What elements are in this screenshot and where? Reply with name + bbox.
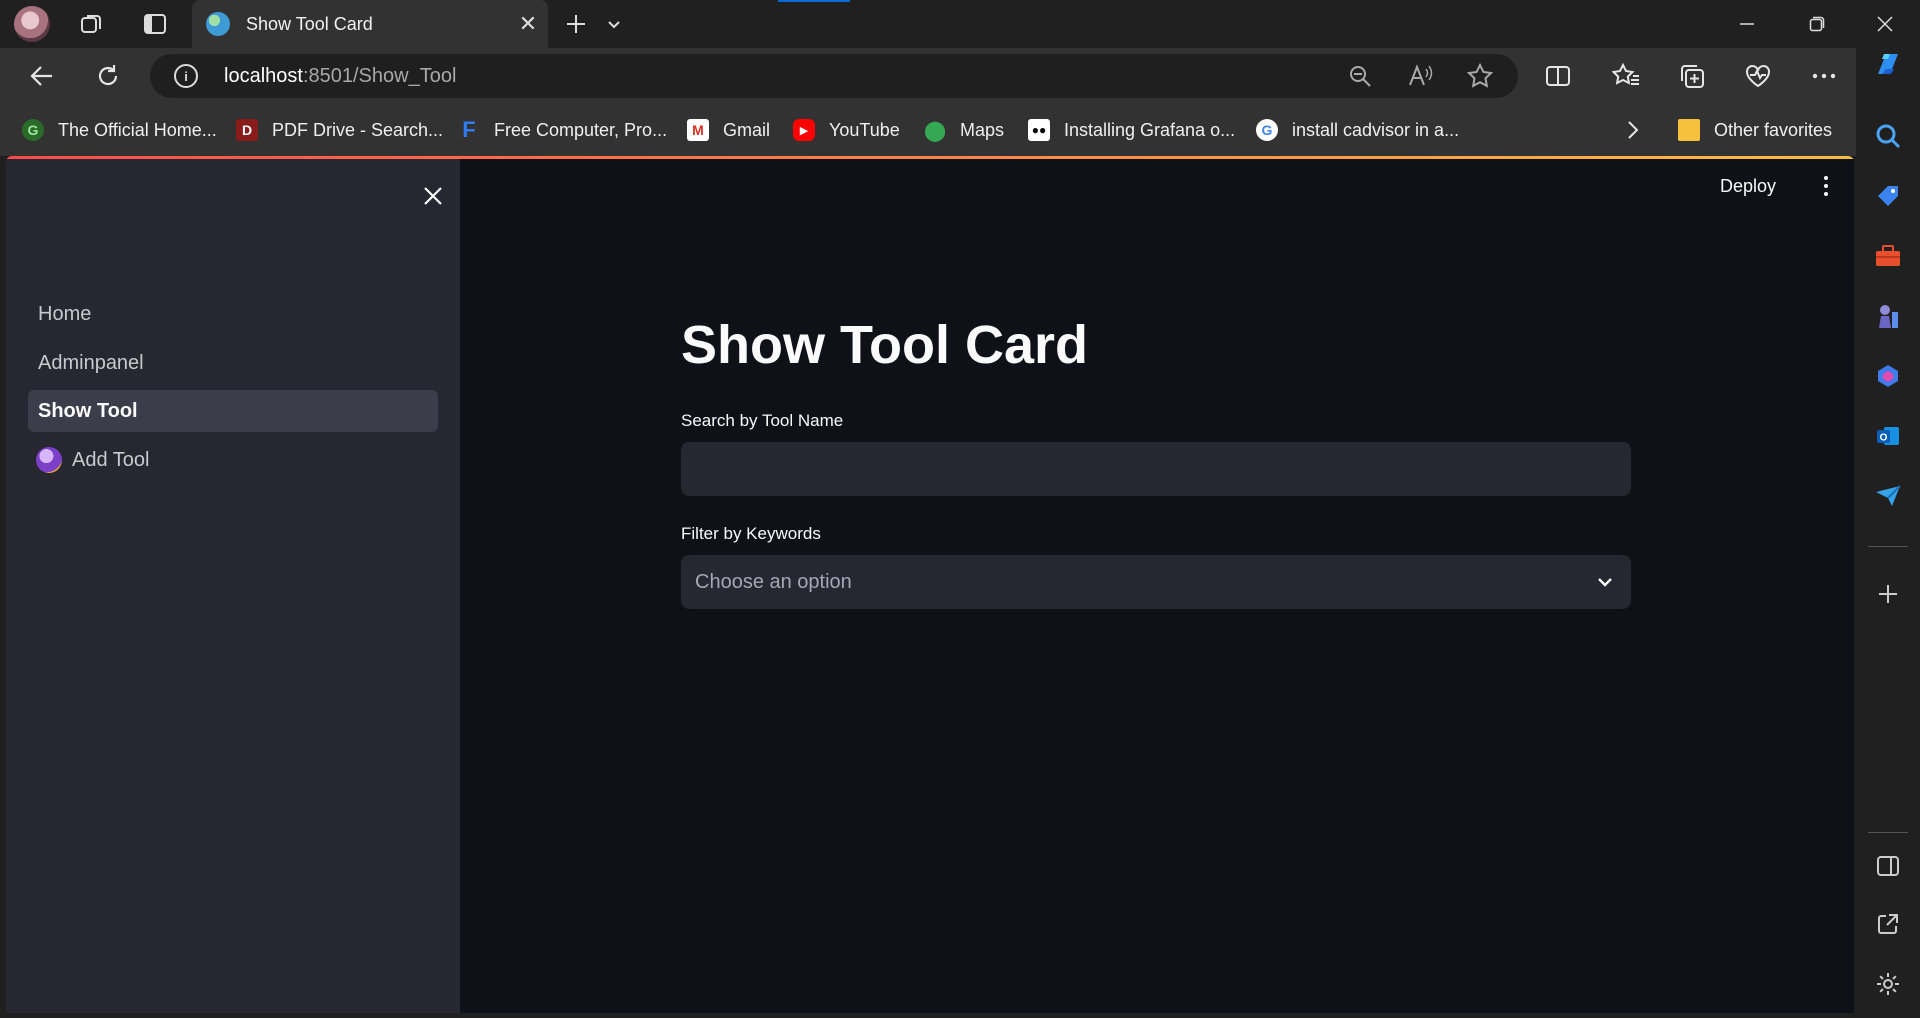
folder-icon — [1678, 119, 1700, 141]
select-placeholder: Choose an option — [695, 570, 852, 593]
medium-favicon-icon: ●● — [1028, 119, 1050, 141]
more-favorites-chevron-icon[interactable] — [1626, 116, 1640, 144]
svg-text:O: O — [1880, 433, 1888, 444]
tab-title: Show Tool Card — [246, 13, 373, 34]
tools-briefcase-icon[interactable] — [1872, 240, 1904, 272]
back-icon[interactable] — [24, 58, 60, 94]
page-title: Show Tool Card — [681, 315, 1088, 375]
split-screen-icon[interactable] — [1540, 58, 1576, 94]
vertical-tabs-icon[interactable] — [139, 8, 171, 40]
pdfdrive-favicon-icon: D — [236, 119, 258, 141]
sidebar-item-show-tool[interactable]: Show Tool — [28, 390, 438, 432]
maps-favicon-icon: ⬤ — [923, 119, 947, 142]
profile-avatar[interactable] — [14, 6, 50, 42]
games-chess-icon[interactable] — [1872, 300, 1904, 332]
sidebar-item-label: Adminpanel — [38, 351, 144, 374]
tab-actions-chevron-icon[interactable] — [598, 8, 630, 40]
favorite-item[interactable]: ⬤ Maps — [924, 116, 1004, 144]
refresh-icon[interactable] — [90, 58, 126, 94]
favorites-bar: G The Official Home... D PDF Drive - Searc… — [0, 104, 1860, 156]
send-paper-plane-icon[interactable] — [1872, 480, 1904, 512]
edge-sidebar: O — [1856, 48, 1920, 1018]
close-tab-icon[interactable]: ✕ — [516, 11, 540, 36]
restore-icon[interactable] — [1794, 8, 1840, 40]
read-aloud-icon[interactable] — [1406, 62, 1434, 90]
active-tab[interactable]: Show Tool Card ✕ — [192, 0, 548, 48]
search-icon[interactable] — [1872, 120, 1904, 152]
google-favicon-icon: G — [1256, 119, 1278, 141]
copilot-icon[interactable] — [1872, 48, 1904, 80]
url-text[interactable]: localhost:8501/Show_Tool — [224, 65, 456, 88]
youtube-favicon-icon: ▶ — [793, 119, 815, 141]
other-favorites[interactable]: Other favorites — [1678, 116, 1832, 144]
sidebar-item-label: Show Tool — [38, 399, 138, 422]
outlook-icon[interactable]: O — [1872, 420, 1904, 452]
add-sidebar-app-icon[interactable] — [1872, 578, 1904, 610]
app-page: Home Adminpanel Show Tool Add Tool Deplo… — [6, 156, 1854, 1013]
collections-icon[interactable] — [1674, 58, 1710, 94]
new-tab-icon[interactable] — [560, 8, 592, 40]
divider — [1868, 832, 1908, 833]
main-menu-icon[interactable] — [1816, 174, 1836, 198]
shopping-tag-icon[interactable] — [1872, 180, 1904, 212]
favorite-item[interactable]: D PDF Drive - Search... — [236, 116, 443, 144]
globe-icon — [206, 12, 230, 36]
deploy-button[interactable]: Deploy — [1720, 176, 1776, 197]
browser-toolbar: i localhost:8501/Show_Tool — [0, 48, 1860, 104]
close-window-icon[interactable] — [1862, 8, 1908, 40]
keyword-filter-select[interactable]: Choose an option — [681, 555, 1631, 609]
crystal-ball-icon — [36, 447, 62, 473]
favorite-star-icon[interactable] — [1466, 62, 1494, 90]
favorite-item[interactable]: F Free Computer, Pro... — [458, 116, 667, 144]
browser-title-bar: Show Tool Card ✕ — [0, 0, 1920, 48]
sidebar-settings-gear-icon[interactable] — [1872, 968, 1904, 1000]
divider — [1868, 546, 1908, 547]
sidebar-item-label: Add Tool — [72, 448, 150, 471]
browser-essentials-icon[interactable] — [1740, 58, 1776, 94]
sidebar-item-adminpanel[interactable]: Adminpanel — [28, 342, 438, 384]
favorite-item[interactable]: ▶ YouTube — [793, 116, 900, 144]
address-bar[interactable]: i localhost:8501/Show_Tool — [150, 54, 1518, 98]
favorite-item[interactable]: ●● Installing Grafana o... — [1028, 116, 1235, 144]
favorite-item[interactable]: M Gmail — [687, 116, 770, 144]
filter-label: Filter by Keywords — [681, 524, 821, 543]
loading-indicator — [778, 0, 850, 2]
sidebar-close-icon[interactable] — [418, 181, 448, 211]
app-sidebar: Home Adminpanel Show Tool Add Tool — [6, 159, 460, 1013]
microsoft365-icon[interactable] — [1872, 360, 1904, 392]
sidebar-item-add-tool[interactable]: Add Tool — [28, 439, 438, 481]
favorite-item[interactable]: G The Official Home... — [22, 116, 217, 144]
f-favicon-icon: F — [462, 117, 476, 142]
tool-name-search-input[interactable] — [681, 442, 1631, 496]
sidebar-item-home[interactable]: Home — [28, 293, 438, 335]
site-info-icon[interactable]: i — [174, 64, 198, 88]
settings-more-icon[interactable] — [1806, 58, 1842, 94]
favorites-icon[interactable] — [1608, 58, 1644, 94]
osgeo-favicon-icon: G — [22, 119, 44, 141]
hide-sidebar-icon[interactable] — [1872, 850, 1904, 882]
zoom-out-icon[interactable] — [1346, 62, 1374, 90]
search-label: Search by Tool Name — [681, 411, 844, 430]
sidebar-item-label: Home — [38, 302, 92, 325]
workspaces-icon[interactable] — [76, 8, 108, 40]
chevron-down-icon[interactable] — [1585, 562, 1625, 602]
gmail-favicon-icon: M — [687, 119, 709, 141]
minimize-icon[interactable] — [1724, 8, 1770, 40]
favorite-item[interactable]: Ginstall cadvisor in a... — [1256, 116, 1459, 144]
open-external-icon[interactable] — [1872, 908, 1904, 940]
